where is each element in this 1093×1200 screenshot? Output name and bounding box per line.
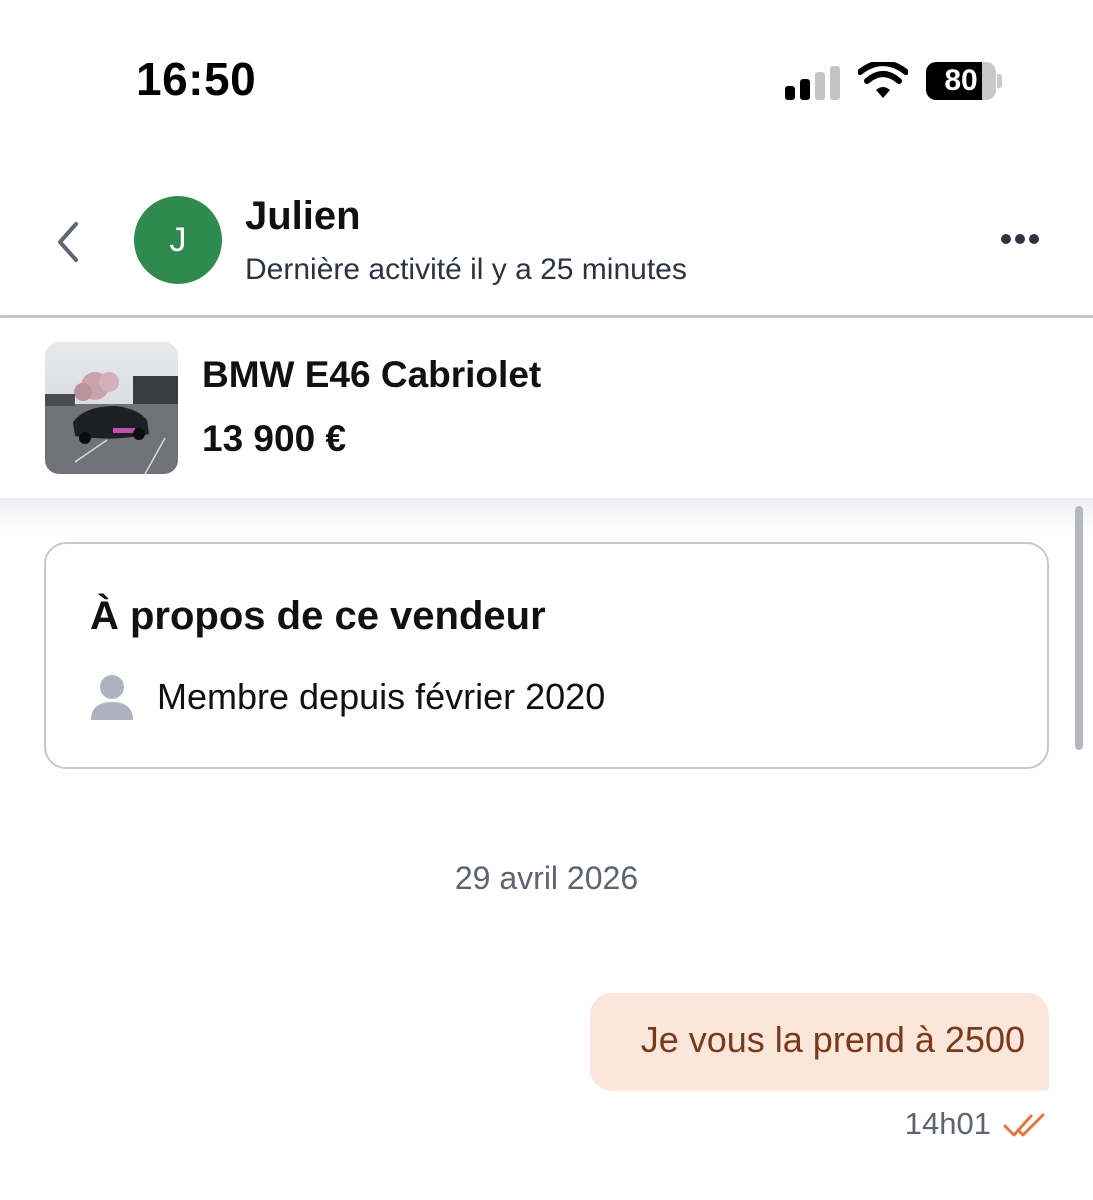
scrollbar[interactable] — [1075, 506, 1083, 750]
chat-header: J Julien Dernière activité il y a 25 min… — [0, 160, 1093, 318]
back-chevron-icon[interactable] — [50, 218, 86, 266]
battery-icon: 80 — [926, 62, 1002, 100]
status-bar: 16:50 80 — [0, 0, 1093, 160]
listing-summary[interactable]: BMW E46 Cabriolet 13 900 € — [0, 318, 1093, 498]
chat-area[interactable]: À propos de ce vendeur Membre depuis fév… — [0, 498, 1093, 1200]
signal-icon — [785, 66, 840, 100]
double-check-icon — [1003, 1113, 1045, 1137]
person-icon — [91, 675, 133, 720]
seller-info-card: À propos de ce vendeur Membre depuis fév… — [44, 542, 1049, 769]
car-thumbnail[interactable] — [45, 342, 178, 474]
listing-title[interactable]: BMW E46 Cabriolet — [202, 354, 541, 396]
message-bubble[interactable]: Je vous la prend à 2500 — [590, 993, 1049, 1091]
battery-level: 80 — [944, 64, 978, 97]
last-activity: Dernière activité il y a 25 minutes — [245, 253, 687, 286]
listing-price: 13 900 € — [202, 418, 347, 459]
seller-card-title: À propos de ce vendeur — [90, 594, 546, 638]
avatar[interactable]: J — [134, 196, 222, 284]
contact-name[interactable]: Julien — [245, 194, 361, 239]
status-time: 16:50 — [136, 53, 257, 105]
date-separator: 29 avril 2026 — [454, 860, 639, 896]
more-options-icon[interactable] — [995, 228, 1045, 252]
message-text: Je vous la prend à 2500 — [640, 1019, 1025, 1060]
wifi-icon — [858, 62, 908, 98]
member-since: Membre depuis février 2020 — [157, 676, 606, 717]
message-time: 14h01 — [904, 1106, 991, 1141]
